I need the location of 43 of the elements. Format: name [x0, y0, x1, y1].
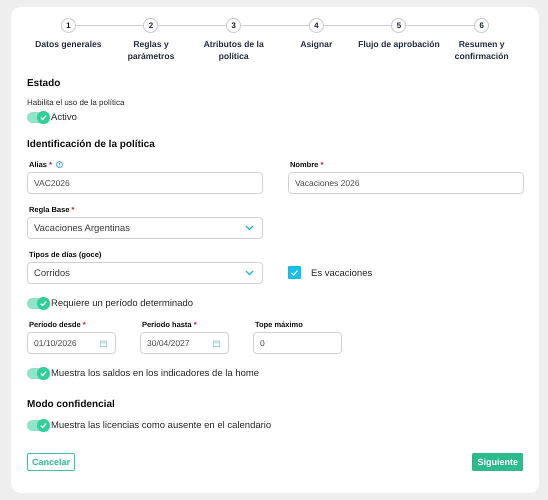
- check-icon: [39, 299, 48, 308]
- section-heading: Estado: [27, 78, 62, 89]
- step-label[interactable]: Flujo de aprobación: [358, 38, 440, 50]
- toggle-label: Muestra las licencias como ausente en el calendario: [51, 420, 272, 431]
- date-field[interactable]: 01/10/2026: [27, 332, 116, 354]
- step-number[interactable]: 5: [391, 18, 406, 33]
- step-label[interactable]: Datos generales: [35, 38, 102, 50]
- toggle-label: Activo: [51, 112, 77, 123]
- dropdown[interactable]: Corridos: [27, 262, 263, 284]
- step-label[interactable]: Resumen y confirmación: [440, 38, 523, 62]
- toggle-switch[interactable]: [27, 420, 49, 431]
- checkbox-label: Es vacaciones: [311, 268, 372, 279]
- date-field[interactable]: 30/04/2027: [140, 332, 229, 354]
- input-field[interactable]: VAC2026: [27, 172, 263, 194]
- step-label[interactable]: Reglas y parámetros: [110, 38, 192, 62]
- toggle-switch[interactable]: [27, 368, 49, 379]
- check-icon: [39, 369, 48, 378]
- checkbox[interactable]: [288, 266, 301, 279]
- step-label[interactable]: Atributos de la política: [192, 38, 275, 62]
- check-icon: [39, 113, 48, 122]
- calendar-icon: [100, 340, 107, 346]
- section-description: Habilita el uso de la política: [27, 98, 126, 107]
- toggle-label: Requiere un período determinado: [51, 298, 194, 309]
- help-icon[interactable]: [56, 160, 63, 168]
- dropdown[interactable]: Vacaciones Argentinas: [27, 217, 263, 239]
- step-label[interactable]: Asignar: [300, 38, 332, 50]
- section-heading: Identificación de la política: [27, 139, 156, 150]
- step-number[interactable]: 4: [308, 18, 324, 33]
- calendar-icon: [213, 340, 220, 346]
- step-number[interactable]: 2: [143, 18, 158, 33]
- chevron-down-icon: [245, 225, 254, 231]
- check-icon: [290, 268, 299, 277]
- input-field[interactable]: Vacaciones 2026: [288, 172, 524, 194]
- input-field[interactable]: 0: [253, 332, 342, 354]
- chevron-down-icon: [245, 270, 254, 276]
- step-number[interactable]: 1: [60, 18, 76, 33]
- toggle-label: Muestra los saldos en los indicadores de la home: [51, 368, 260, 379]
- step-number[interactable]: 3: [226, 18, 242, 33]
- step-number[interactable]: 6: [474, 18, 490, 33]
- check-icon: [39, 421, 48, 430]
- toggle-switch[interactable]: [27, 298, 49, 309]
- section-heading: Modo confidencial: [27, 399, 116, 410]
- toggle-switch[interactable]: [27, 112, 49, 123]
